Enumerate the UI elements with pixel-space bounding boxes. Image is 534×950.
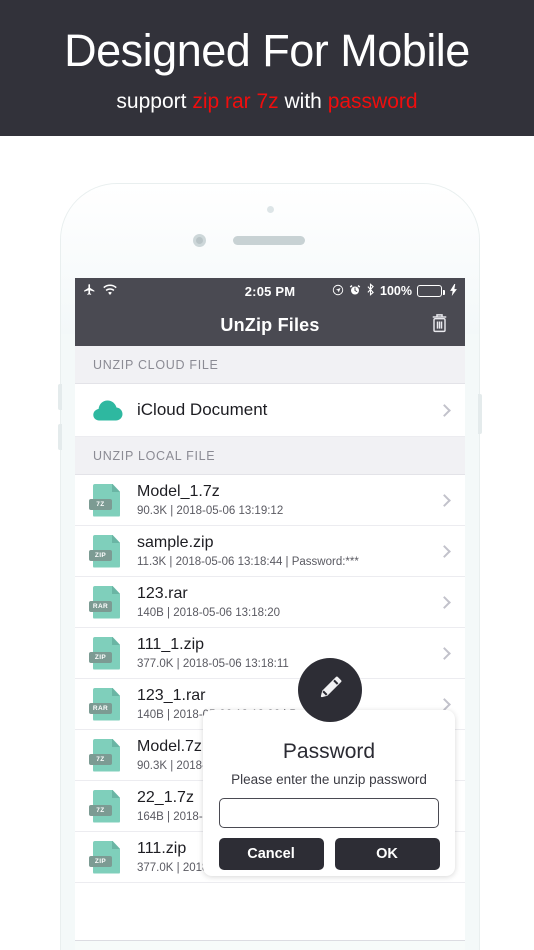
row-text: 111_1.zip 377.0K | 2018-05-06 13:18:11 xyxy=(133,636,434,669)
file-name: 123.rar xyxy=(137,585,188,603)
row-text: sample.zip 11.3K | 2018-05-06 13:18:44 |… xyxy=(133,534,434,567)
password-dialog: Password Please enter the unzip password… xyxy=(203,710,455,876)
file-meta: 377.0K | 2018-05-06 13:18:11 xyxy=(137,657,289,670)
nav-bar: UnZip Files xyxy=(75,304,465,346)
file-type-badge: 7Z xyxy=(89,753,112,765)
list-item-file[interactable]: ZIP sample.zip 11.3K | 2018-05-06 13:18:… xyxy=(75,526,465,577)
phone-screen: 2:05 PM 100% UnZip Files UNZIP CLOUD FIL… xyxy=(75,278,465,950)
dialog-buttons: Cancel OK xyxy=(203,838,455,870)
file-meta: 11.3K | 2018-05-06 13:18:44 | Password:*… xyxy=(137,555,359,568)
file-name: sample.zip xyxy=(137,534,214,552)
list-item-label: iCloud Document xyxy=(137,400,268,419)
section-header-local: UNZIP LOCAL FILE xyxy=(75,437,465,475)
list-item-icloud-document[interactable]: iCloud Document xyxy=(75,384,465,437)
row-text: 123.rar 140B | 2018-05-06 13:18:20 xyxy=(133,585,434,618)
file-icon-7z: 7Z xyxy=(89,738,133,772)
chevron-right-icon xyxy=(438,403,451,417)
dialog-title: Password xyxy=(282,740,376,763)
bottom-tab-bar xyxy=(75,940,465,950)
file-meta: 140B | 2018-05-06 13:18:20 xyxy=(137,606,281,619)
cancel-button[interactable]: Cancel xyxy=(218,838,324,870)
file-icon-rar: RAR xyxy=(89,585,133,619)
file-type-badge: ZIP xyxy=(89,855,112,867)
battery-icon xyxy=(417,285,445,297)
banner-sub-pre: support xyxy=(116,89,193,113)
lightning-bolt-icon xyxy=(450,283,457,299)
row-text: iCloud Document xyxy=(133,400,434,420)
list-item-file[interactable]: 7Z Model_1.7z 90.3K | 2018-05-06 13:19:1… xyxy=(75,475,465,526)
screenshot-root: Designed For Mobile support zip rar 7z w… xyxy=(0,0,534,950)
file-icon-zip: ZIP xyxy=(89,840,133,874)
earpiece-speaker xyxy=(233,236,305,245)
promo-banner: Designed For Mobile support zip rar 7z w… xyxy=(0,0,534,136)
row-text: Model_1.7z 90.3K | 2018-05-06 13:19:12 xyxy=(133,483,434,516)
file-icon-zip: ZIP xyxy=(89,636,133,670)
file-type-badge: 7Z xyxy=(89,498,112,510)
banner-sub-mid: with xyxy=(278,89,328,113)
dialog-message: Please enter the unzip password xyxy=(231,772,427,787)
front-camera-icon xyxy=(193,234,206,247)
ok-button[interactable]: OK xyxy=(334,838,440,870)
alarm-icon xyxy=(349,284,361,299)
bluetooth-icon xyxy=(366,283,375,299)
section-header-cloud: UNZIP CLOUD FILE xyxy=(75,346,465,384)
list-item-file[interactable]: RAR 123.rar 140B | 2018-05-06 13:18:20 xyxy=(75,577,465,628)
file-name: 111_1.zip xyxy=(137,636,205,654)
file-type-badge: 7Z xyxy=(89,804,112,816)
file-type-badge: ZIP xyxy=(89,651,112,663)
chevron-right-icon xyxy=(438,646,451,660)
password-input[interactable] xyxy=(219,798,439,828)
file-icon-7z: 7Z xyxy=(89,789,133,823)
status-bar: 2:05 PM 100% xyxy=(75,278,465,304)
phone-mockup: 2:05 PM 100% UnZip Files UNZIP CLOUD FIL… xyxy=(58,184,482,950)
list-item-file[interactable]: ZIP 111_1.zip 377.0K | 2018-05-06 13:18:… xyxy=(75,628,465,679)
file-type-badge: ZIP xyxy=(89,549,112,561)
file-name: Model_1.7z xyxy=(137,483,220,501)
file-icon-7z: 7Z xyxy=(89,483,133,517)
page-title: UnZip Files xyxy=(220,314,320,335)
file-type-badge: RAR xyxy=(89,702,112,714)
pencil-icon xyxy=(315,673,345,708)
volume-down-button xyxy=(58,424,62,450)
status-bar-right: 100% xyxy=(332,283,457,299)
chevron-right-icon xyxy=(438,544,451,558)
file-type-badge: RAR xyxy=(89,600,112,612)
cloud-icon xyxy=(93,400,133,421)
chevron-right-icon xyxy=(438,595,451,609)
file-icon-rar: RAR xyxy=(89,687,133,721)
location-icon xyxy=(332,284,344,299)
trash-icon[interactable] xyxy=(430,312,449,339)
banner-title: Designed For Mobile xyxy=(64,25,470,77)
volume-up-button xyxy=(58,384,62,410)
chevron-right-icon xyxy=(438,697,451,711)
dialog-pencil-badge xyxy=(298,658,362,722)
battery-percent-label: 100% xyxy=(380,284,412,298)
banner-sub-password: password xyxy=(327,89,418,113)
sensor-dot xyxy=(267,206,274,213)
banner-subtitle: support zip rar 7z with password xyxy=(116,90,417,114)
banner-sub-formats: zip rar 7z xyxy=(192,89,279,113)
file-name: 123_1.rar xyxy=(137,687,206,705)
chevron-right-icon xyxy=(438,493,451,507)
power-button xyxy=(478,394,482,434)
file-meta: 90.3K | 2018-05-06 13:19:12 xyxy=(137,504,284,517)
file-icon-zip: ZIP xyxy=(89,534,133,568)
